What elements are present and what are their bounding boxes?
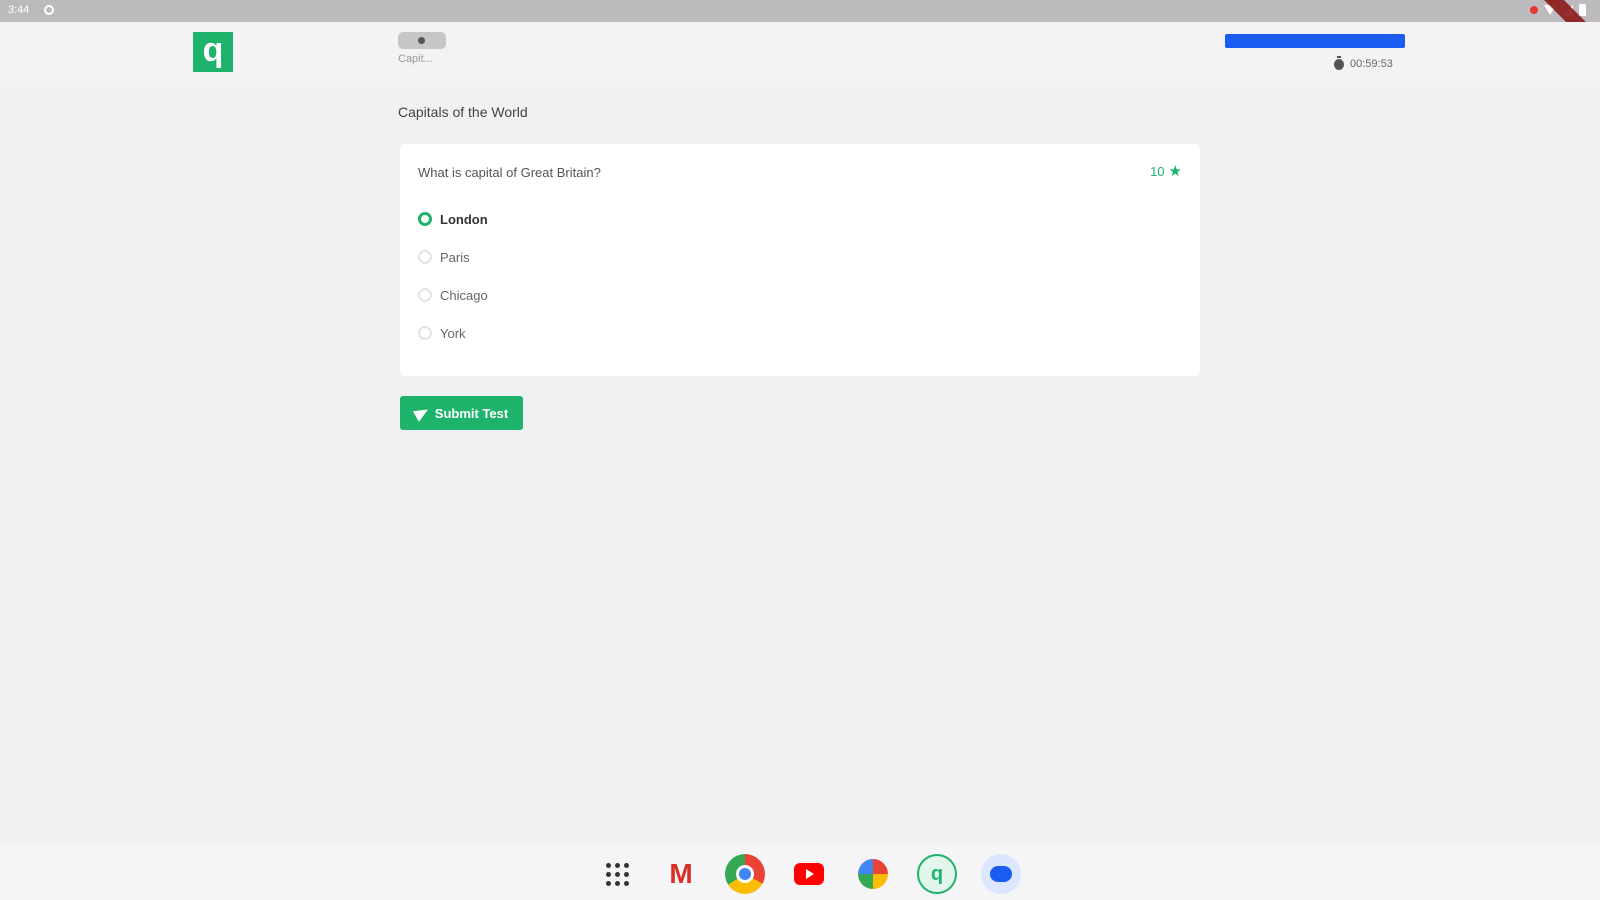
radio-button[interactable] [418,288,432,302]
send-icon [412,404,431,422]
points-badge: 10 ★ [1150,164,1182,179]
radio-button[interactable] [418,326,432,340]
question-navigator[interactable]: Capit... [398,32,446,65]
stopwatch-icon [1334,55,1344,70]
status-time: 3:44 [8,4,30,16]
answer-label: York [440,325,466,341]
gmail-letter: M [669,858,693,889]
answer-option[interactable]: Paris [418,238,488,276]
answer-option[interactable]: Chicago [418,276,488,314]
star-icon: ★ [1168,163,1182,180]
question-dot-icon [418,37,425,44]
taskbar: M q [0,844,1600,900]
quiz-app-letter: q [917,854,957,894]
answer-options: London Paris Chicago York [418,200,488,352]
status-bar: 3:44 [0,0,1600,65]
question-nav-button[interactable] [398,32,446,49]
photos-icon[interactable] [853,854,893,894]
chrome-icon[interactable] [725,854,765,894]
question-text: What is capital of Great Britain? [418,165,601,180]
question-card: What is capital of Great Britain? 10 ★ L… [400,144,1200,376]
battery-icon [1579,4,1586,16]
answer-label: Chicago [440,287,488,303]
messages-icon[interactable] [981,854,1021,894]
quiz-title: Capitals of the World [398,104,528,120]
radio-button[interactable] [418,212,432,226]
timer-value: 00:59:53 [1350,58,1393,70]
gmail-icon[interactable]: M [661,854,701,894]
answer-label: London [440,211,488,227]
points-value: 10 [1150,164,1165,179]
app-header: q Capit... 00:59:53 [0,22,1600,86]
app-launcher-icon[interactable] [597,854,637,894]
time-progress-bar [1225,34,1405,48]
answer-label: Paris [440,249,470,265]
quiz-app-icon[interactable]: q [917,854,957,894]
countdown-timer: 00:59:53 [1334,55,1393,70]
app-logo: q [193,32,233,72]
answer-option[interactable]: York [418,314,488,352]
question-nav-label: Capit... [398,53,433,65]
submit-test-button[interactable]: Submit Test [400,396,523,430]
youtube-icon[interactable] [789,854,829,894]
record-icon [1530,6,1538,14]
submit-label: Submit Test [434,405,509,421]
sync-icon [44,5,54,15]
answer-option[interactable]: London [418,200,488,238]
radio-button[interactable] [418,250,432,264]
app-dock: M q [597,854,1021,894]
